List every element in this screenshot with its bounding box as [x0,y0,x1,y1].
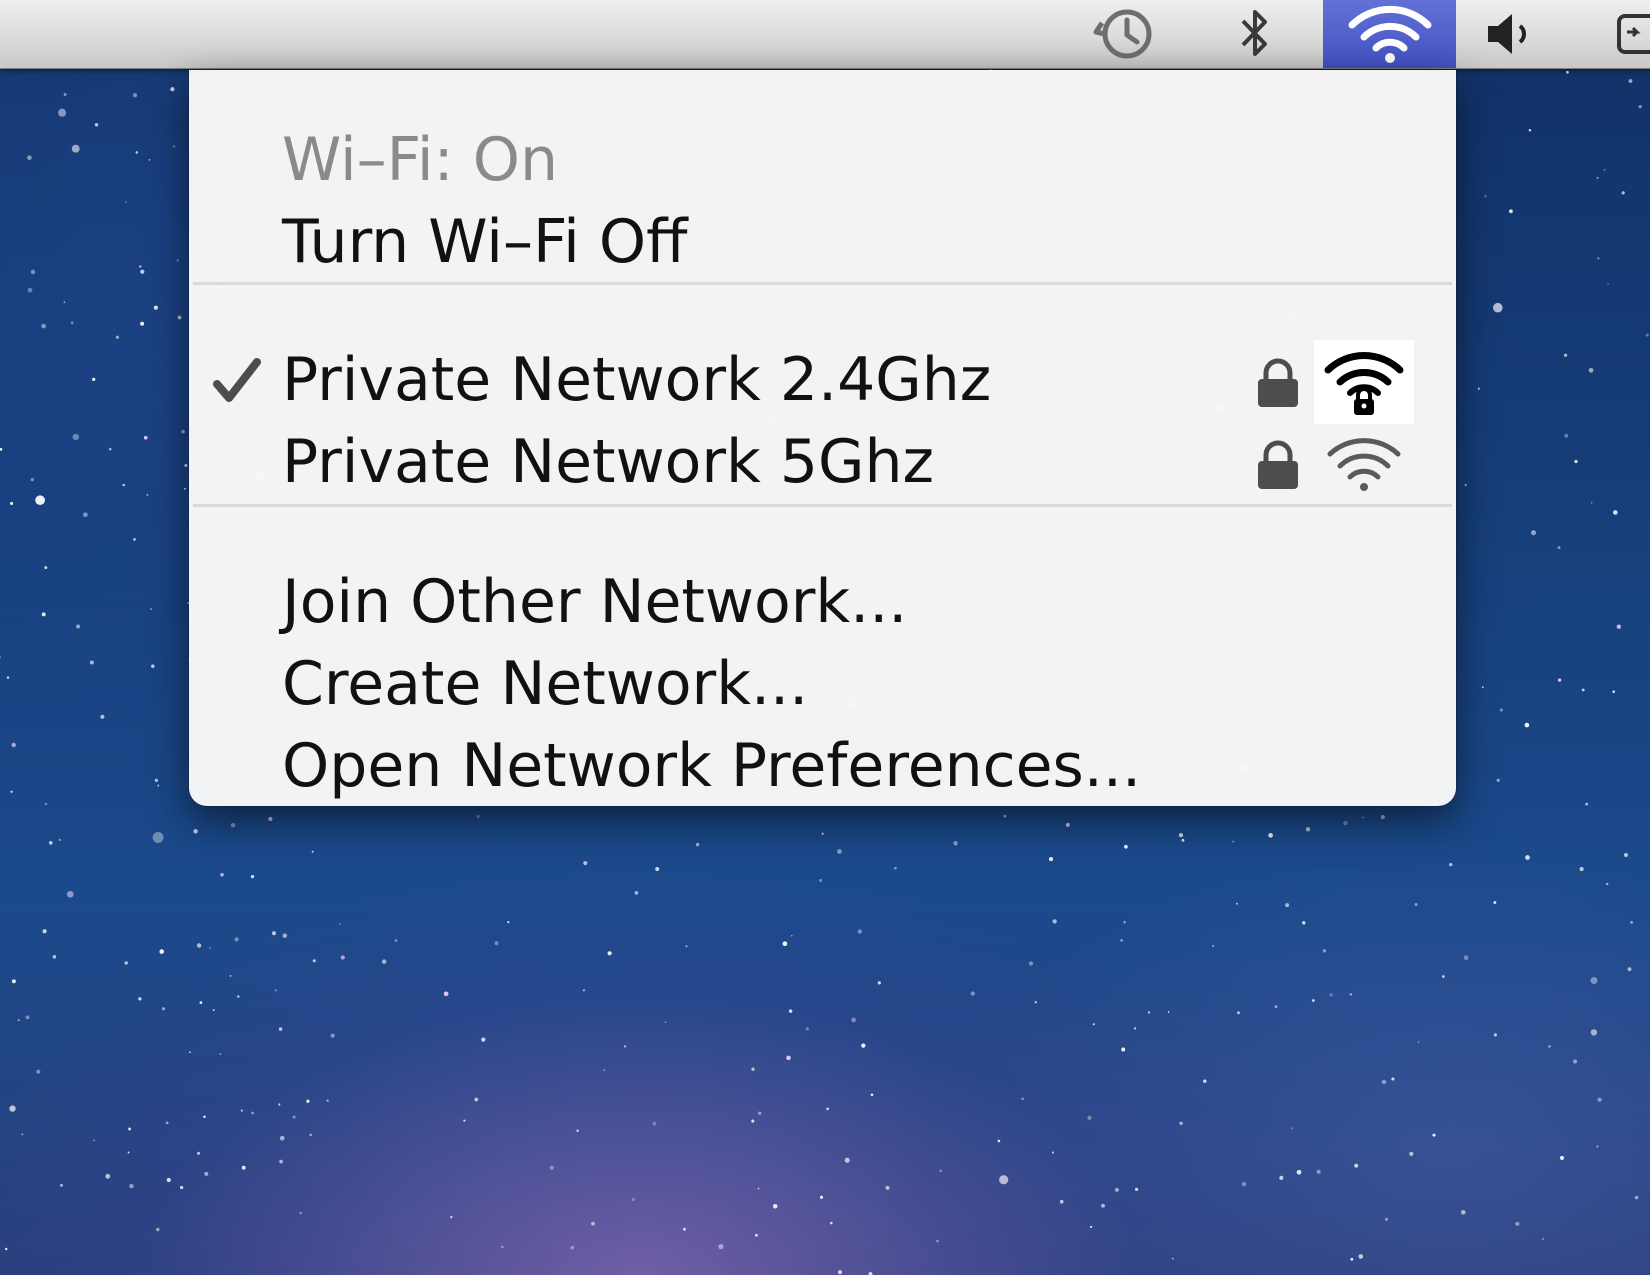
time-machine-status-item[interactable] [1085,0,1165,68]
menu-separator [193,504,1452,507]
create-network-item[interactable]: Create Network... [189,642,1456,726]
bluetooth-icon [1241,10,1267,56]
wifi-status-item[interactable] [1323,0,1456,68]
network-item-private-5ghz[interactable]: Private Network 5Ghz [189,420,1456,504]
menu-separator [193,282,1452,285]
lock-icon [1258,358,1298,407]
wifi-dropdown-menu: Wi–Fi: On Turn Wi–Fi Off Private Network… [189,70,1456,806]
menu-bar [0,0,1650,69]
battery-icon [1617,14,1650,54]
network-name-label: Private Network 5Ghz [282,427,935,497]
bluetooth-status-item[interactable] [1220,0,1290,68]
network-item-private-2-4ghz[interactable]: Private Network 2.4Ghz [189,338,1456,424]
wifi-secure-signal-icon [1324,352,1404,415]
volume-status-item[interactable] [1475,0,1545,68]
network-name-label: Private Network 2.4Ghz [282,345,992,415]
time-machine-icon [1093,9,1152,59]
join-other-network-item[interactable]: Join Other Network... [189,560,1456,644]
open-network-preferences-item[interactable]: Open Network Preferences... [189,724,1456,808]
checkmark-icon [213,358,261,402]
wifi-signal-icon [1327,438,1401,491]
wifi-status-label: Wi–Fi: On [282,125,559,195]
create-network-label: Create Network... [282,649,809,719]
turn-wifi-off-label: Turn Wi–Fi Off [282,207,688,277]
wifi-status-row: Wi–Fi: On [189,118,1456,202]
wifi-icon [1348,5,1431,63]
battery-status-item[interactable] [1605,0,1650,68]
open-network-preferences-label: Open Network Preferences... [282,731,1142,801]
volume-icon [1488,14,1526,54]
lock-icon [1258,440,1298,489]
join-other-network-label: Join Other Network... [282,567,908,637]
turn-wifi-off-item[interactable]: Turn Wi–Fi Off [189,200,1456,284]
